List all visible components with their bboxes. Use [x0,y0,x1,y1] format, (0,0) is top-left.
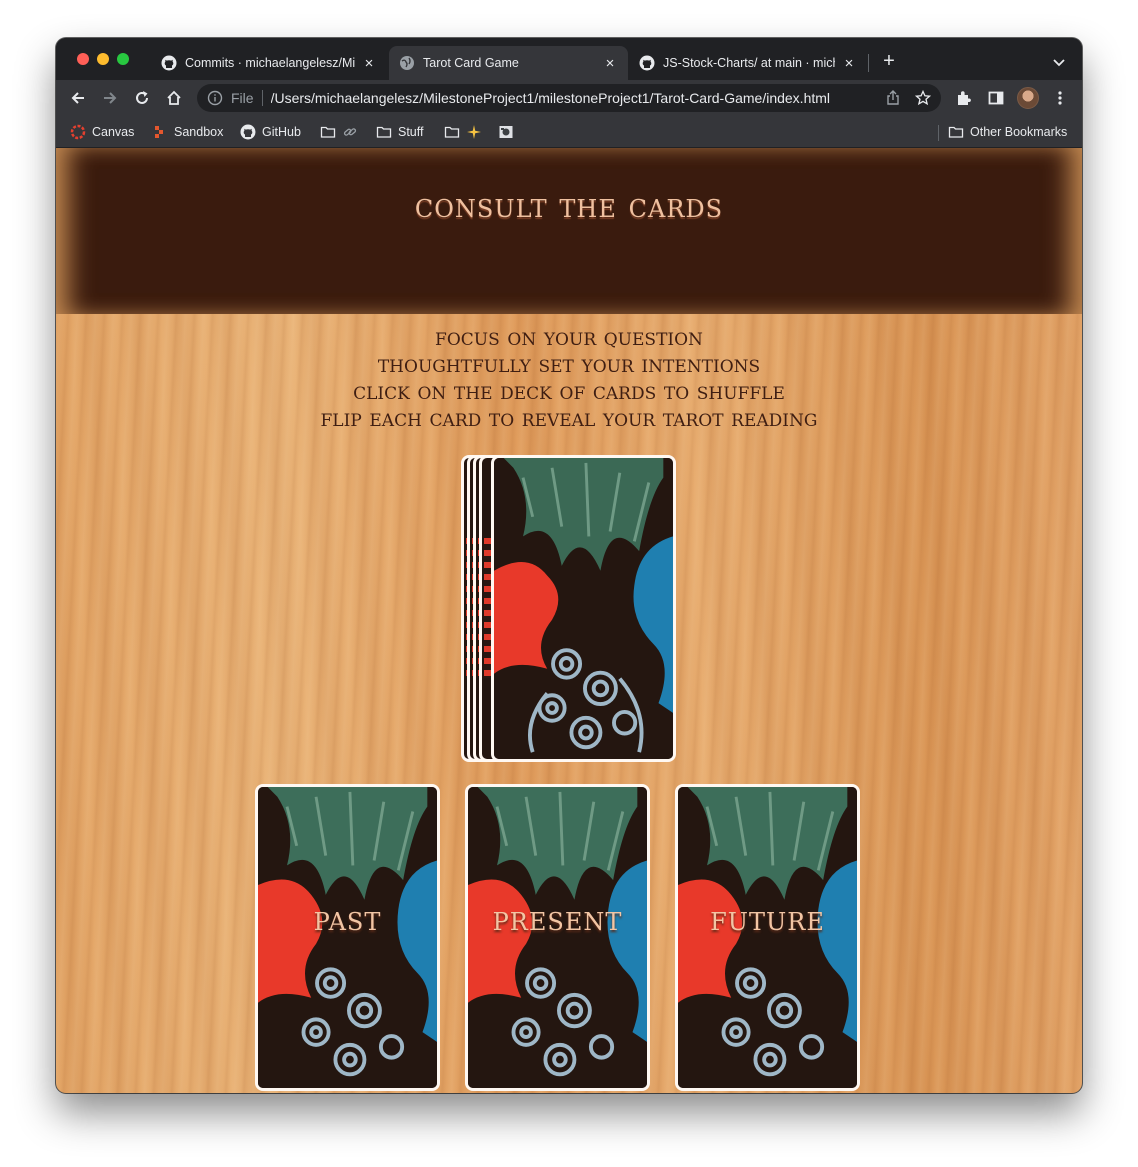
instruction-line: focus on your question [435,323,703,351]
close-tab-icon[interactable]: × [602,55,618,72]
reload-icon[interactable] [132,88,152,108]
star-icon[interactable] [914,89,932,106]
home-icon[interactable] [164,88,184,108]
back-arrow-icon[interactable] [68,88,88,108]
deck-top-card[interactable] [491,455,676,762]
page-content: consult the cards focus on your question… [56,148,1082,1093]
card-back-art [494,458,673,759]
tab-separator [868,54,869,72]
divider [261,90,263,106]
folder-icon [444,124,460,140]
bookmark-image[interactable] [498,123,520,141]
other-bookmarks-label: Other Bookmarks [970,125,1068,139]
other-bookmarks[interactable]: Other Bookmarks [948,123,1067,141]
card-label: present [492,899,623,939]
sandbox-icon [152,124,168,140]
globe-icon [399,55,415,71]
bookmark-divider [938,125,939,141]
tab-commits[interactable]: Commits · michaelangelesz/Milestone × [151,46,387,80]
bookmark-folder-link[interactable] [320,123,364,141]
github-icon [639,55,655,71]
tab-title: Tarot Card Game [423,56,519,70]
page-title: consult the cards [414,186,724,226]
card-past[interactable]: past [255,784,440,1091]
card-label: future [710,899,825,939]
bookmark-github[interactable]: GitHub [240,123,301,141]
card-future[interactable]: future [675,784,860,1091]
bookmark-label: Stuff [398,125,424,139]
folder-icon [376,124,392,140]
canvas-icon [70,124,86,140]
close-window-button[interactable] [77,53,89,65]
link-icon [342,124,358,140]
bookmarks-bar: Canvas Sandbox GitHub Stuff Other Bookma… [56,116,1082,148]
tab-tarot-card-game[interactable]: Tarot Card Game × [389,46,628,80]
close-tab-icon[interactable]: × [841,55,857,72]
card-label: past [313,899,382,939]
bookmark-label: Sandbox [174,125,224,139]
close-tab-icon[interactable]: × [361,55,377,72]
forward-arrow-icon[interactable] [100,88,120,108]
bookmark-label: GitHub [262,125,301,139]
folder-icon [948,124,964,140]
extensions-icon[interactable] [954,88,974,108]
tab-title: JS-Stock-Charts/ at main · michaelangele… [663,56,835,70]
address-bar[interactable]: File /Users/michaelangelesz/MilestonePro… [197,84,941,112]
bookmark-canvas[interactable]: Canvas [70,123,134,141]
tab-js-stock-charts[interactable]: JS-Stock-Charts/ at main · michaelangele… [629,46,867,80]
chevron-down-icon[interactable] [1051,54,1067,70]
tab-strip: Commits · michaelangelesz/Milestone × Ta… [56,38,1082,80]
zoom-window-button[interactable] [117,53,129,65]
share-icon[interactable] [885,90,901,106]
bookmark-folder-sparkle[interactable] [444,123,488,141]
scheme-label: File [231,90,254,106]
instruction-line: thoughtfully set your intentions [377,350,761,378]
image-icon [498,124,514,140]
header-banner: consult the cards [56,148,1082,314]
github-icon [240,124,256,140]
instruction-line: click on the deck of cards to shuffle [353,377,785,405]
new-tab-button[interactable]: + [880,51,898,71]
instructions: focus on your question thoughtfully set … [56,324,1082,432]
avatar[interactable] [1017,87,1039,109]
bookmark-stuff[interactable]: Stuff [376,123,423,141]
instruction-line: flip each card to reveal your tarot read… [320,404,818,432]
browser-window: Commits · michaelangelesz/Milestone × Ta… [56,38,1082,1093]
info-icon[interactable] [207,90,223,106]
github-icon [161,55,177,71]
folder-icon [320,124,336,140]
tab-title: Commits · michaelangelesz/Milestone [185,56,355,70]
side-panel-icon[interactable] [986,88,1006,108]
card-present[interactable]: present [465,784,650,1091]
bookmark-sandbox[interactable]: Sandbox [152,123,223,141]
url-text[interactable]: /Users/michaelangelesz/MilestoneProject1… [271,90,885,106]
more-menu-icon[interactable] [1050,88,1070,108]
bookmark-label: Canvas [92,125,135,139]
minimize-window-button[interactable] [97,53,109,65]
card-deck[interactable] [461,455,677,762]
sparkle-icon [466,124,482,140]
toolbar: File /Users/michaelangelesz/MilestonePro… [56,80,1082,116]
